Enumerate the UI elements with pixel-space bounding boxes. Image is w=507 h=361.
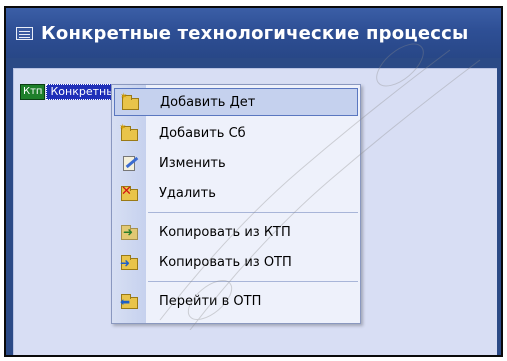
delete-icon: ✕: [121, 184, 138, 201]
menu-item-add-assembly[interactable]: ✶ Добавить Сб: [114, 119, 358, 147]
menu-separator: [148, 212, 358, 213]
menu-item-label: Изменить: [159, 155, 226, 171]
tree-node-tag: Ктп: [20, 84, 46, 100]
title-bar[interactable]: Конкретные технологические процессы: [6, 8, 501, 58]
go-to-folder-icon: ⬅: [120, 293, 138, 309]
menu-item-go-to-otp[interactable]: ⬅ Перейти в ОТП: [114, 287, 358, 315]
folder-star-icon: ✶: [120, 92, 139, 110]
menu-item-delete[interactable]: ✕ Удалить: [114, 179, 358, 207]
edit-document-icon: [121, 155, 139, 171]
folder-star-icon: ✶: [119, 123, 138, 141]
window-title: Конкретные технологические процессы: [41, 22, 469, 44]
menu-item-label: Удалить: [159, 185, 216, 201]
copy-folder-icon: ➜: [120, 254, 138, 270]
menu-item-copy-from-ktp[interactable]: ➜ Копировать из КТП: [114, 218, 358, 246]
menu-item-add-part[interactable]: ✶ Добавить Дет: [114, 88, 358, 116]
copy-arrow-icon: ➜: [121, 224, 138, 240]
menu-item-label: Добавить Дет: [160, 94, 256, 110]
context-menu: ✶ Добавить Дет ✶ Добавить Сб Изменить ✕ …: [111, 84, 361, 324]
window-menu-icon[interactable]: [16, 26, 33, 40]
menu-item-edit[interactable]: Изменить: [114, 149, 358, 177]
menu-item-label: Копировать из КТП: [159, 224, 291, 240]
menu-item-label: Копировать из ОТП: [159, 254, 292, 270]
menu-item-label: Добавить Сб: [159, 125, 246, 141]
menu-item-copy-from-otp[interactable]: ➜ Копировать из ОТП: [114, 248, 358, 276]
menu-separator: [148, 281, 358, 282]
menu-item-label: Перейти в ОТП: [159, 293, 262, 309]
